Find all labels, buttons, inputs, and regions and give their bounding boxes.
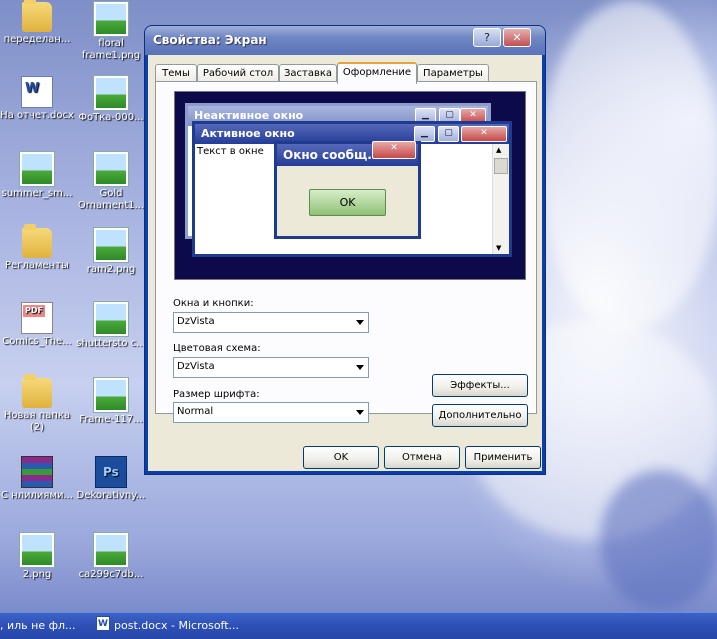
image-file-icon bbox=[20, 533, 54, 567]
close-icon: ✕ bbox=[372, 141, 416, 159]
desktop-icon-pdf[interactable]: Comics_The... bbox=[0, 302, 74, 348]
preview-scrollbar: ▲ ▼ bbox=[492, 144, 509, 254]
chevron-down-icon bbox=[356, 410, 364, 415]
color-scheme-select[interactable]: DzVista bbox=[173, 357, 369, 378]
desktop-icon-folder[interactable]: Новая папка (2) bbox=[0, 374, 74, 434]
archive-icon bbox=[21, 456, 53, 488]
taskbar: , иль не фл... post.docx - Microsoft... bbox=[0, 612, 717, 639]
tab-appearance[interactable]: Оформление bbox=[337, 62, 417, 84]
dialog-titlebar[interactable]: Свойства: Экран ? ✕ bbox=[145, 26, 545, 55]
preview-ok-button: OK bbox=[309, 189, 386, 216]
advanced-button[interactable]: Дополнительно bbox=[432, 404, 528, 427]
desktop-icon-label: floral frame1.png bbox=[81, 38, 141, 61]
ok-button[interactable]: OK bbox=[303, 446, 379, 469]
desktop-icon-label: ram2.png bbox=[86, 264, 136, 275]
preview-message-box: Окно сообщ... ✕ OK bbox=[274, 141, 421, 239]
desktop-icon-image[interactable]: Frame-117... bbox=[74, 378, 148, 426]
tab-screensaver[interactable]: Заставка bbox=[279, 64, 337, 82]
desktop-icon-label: Frame-117... bbox=[79, 414, 143, 425]
desktop-icon-image[interactable]: floral frame1.png bbox=[74, 2, 148, 62]
appearance-preview: Неактивное окно ▁ ▢ ✕ Активное окно ▁ ▢ … bbox=[174, 91, 526, 280]
tab-settings[interactable]: Параметры bbox=[417, 64, 489, 82]
desktop-icon-image[interactable]: shuttersto c... bbox=[74, 302, 148, 350]
desktop-icon-psd[interactable]: Dekorativny... bbox=[74, 456, 148, 502]
desktop-icon-label: Gold Ornament1... bbox=[77, 188, 145, 211]
desktop-icon-label: summer_sm... bbox=[1, 188, 73, 199]
desktop-icon-label: Новая папка (2) bbox=[3, 410, 71, 433]
maximize-icon: ▢ bbox=[438, 126, 459, 142]
photoshop-file-icon bbox=[95, 456, 127, 488]
scroll-up-icon: ▲ bbox=[496, 146, 502, 154]
color-scheme-label: Цветовая схема: bbox=[173, 343, 261, 354]
close-icon: ✕ bbox=[461, 126, 507, 142]
image-file-icon bbox=[94, 152, 128, 186]
word-document-icon bbox=[21, 76, 53, 108]
font-size-value: Normal bbox=[177, 406, 214, 417]
tab-desktop[interactable]: Рабочий стол bbox=[197, 64, 279, 82]
desktop-icon-label: 2.png bbox=[22, 569, 52, 580]
desktop-icon-label: переделан... bbox=[3, 34, 71, 45]
help-button[interactable]: ? bbox=[473, 28, 501, 47]
desktop-icon-folder[interactable]: Регламенты bbox=[0, 224, 74, 272]
preview-window-text: Текст в окне bbox=[197, 146, 264, 157]
dialog-title: Свойства: Экран bbox=[153, 33, 267, 47]
desktop-icon-label: Регламенты bbox=[5, 260, 69, 271]
folder-icon bbox=[22, 374, 52, 408]
color-scheme-value: DzVista bbox=[177, 361, 215, 372]
windows-buttons-value: DzVista bbox=[177, 316, 215, 327]
chevron-down-icon bbox=[356, 320, 364, 325]
tab-themes[interactable]: Темы bbox=[155, 64, 197, 82]
image-file-icon bbox=[94, 378, 128, 412]
taskbar-item-label: post.docx - Microsoft... bbox=[114, 619, 240, 632]
desktop-icon-image[interactable]: summer_sm... bbox=[0, 152, 74, 200]
effects-button[interactable]: Эффекты... bbox=[432, 374, 528, 397]
folder-icon bbox=[22, 0, 52, 32]
taskbar-item[interactable]: , иль не фл... bbox=[0, 615, 84, 636]
desktop-icon-image[interactable]: 2.png bbox=[0, 533, 74, 581]
display-properties-dialog: Свойства: Экран ? ✕ Темы Рабочий стол За… bbox=[145, 26, 545, 474]
windows-buttons-select[interactable]: DzVista bbox=[173, 312, 369, 333]
image-file-icon bbox=[94, 2, 128, 36]
apply-button[interactable]: Применить bbox=[465, 446, 541, 469]
desktop-icon-image[interactable]: ram2.png bbox=[74, 228, 148, 276]
desktop-icon-label: С нлилиями... bbox=[0, 490, 74, 501]
image-file-icon bbox=[94, 533, 128, 567]
windows-buttons-label: Окна и кнопки: bbox=[173, 298, 254, 309]
desktop-icon-label: ca299c7db... bbox=[78, 569, 144, 580]
image-file-icon bbox=[94, 76, 128, 110]
desktop-icon-folder[interactable]: переделан... bbox=[0, 0, 74, 46]
wallpaper-highlight bbox=[540, 0, 717, 330]
desktop-icon-label: На отчет.docx bbox=[0, 110, 74, 121]
chevron-down-icon bbox=[356, 365, 364, 370]
taskbar-item-word[interactable]: post.docx - Microsoft... bbox=[96, 614, 256, 636]
desktop-icon-label: Dekorativny... bbox=[76, 490, 146, 501]
desktop-icon-label: Comics_The... bbox=[2, 336, 72, 347]
cancel-button[interactable]: Отмена bbox=[384, 446, 460, 469]
desktop-icon-label: ФоТка-000... bbox=[78, 112, 144, 123]
pdf-file-icon bbox=[21, 302, 53, 334]
image-file-icon bbox=[94, 302, 128, 336]
image-file-icon bbox=[94, 228, 128, 262]
font-size-label: Размер шрифта: bbox=[173, 389, 260, 400]
desktop-icon-rar[interactable]: С нлилиями... bbox=[0, 456, 74, 502]
desktop-icon-image[interactable]: Gold Ornament1... bbox=[74, 152, 148, 212]
dialog-client-area: Темы Рабочий стол Заставка Оформление Па… bbox=[148, 55, 542, 471]
desktop-icon-image[interactable]: ca299c7db... bbox=[74, 533, 148, 581]
close-button[interactable]: ✕ bbox=[503, 28, 531, 47]
folder-icon bbox=[22, 224, 52, 258]
appearance-panel: Неактивное окно ▁ ▢ ✕ Активное окно ▁ ▢ … bbox=[155, 81, 537, 427]
word-icon bbox=[96, 614, 110, 635]
image-file-icon bbox=[20, 152, 54, 186]
desktop-icon-image[interactable]: ФоТка-000... bbox=[74, 76, 148, 124]
wallpaper-shadow bbox=[600, 470, 717, 610]
minimize-icon: ▁ bbox=[414, 126, 435, 142]
desktop-icon-word[interactable]: На отчет.docx bbox=[0, 76, 74, 122]
font-size-select[interactable]: Normal bbox=[173, 402, 369, 423]
scroll-down-icon: ▼ bbox=[496, 244, 502, 252]
scroll-thumb bbox=[494, 158, 508, 174]
desktop-icon-label: shuttersto c... bbox=[76, 338, 146, 349]
